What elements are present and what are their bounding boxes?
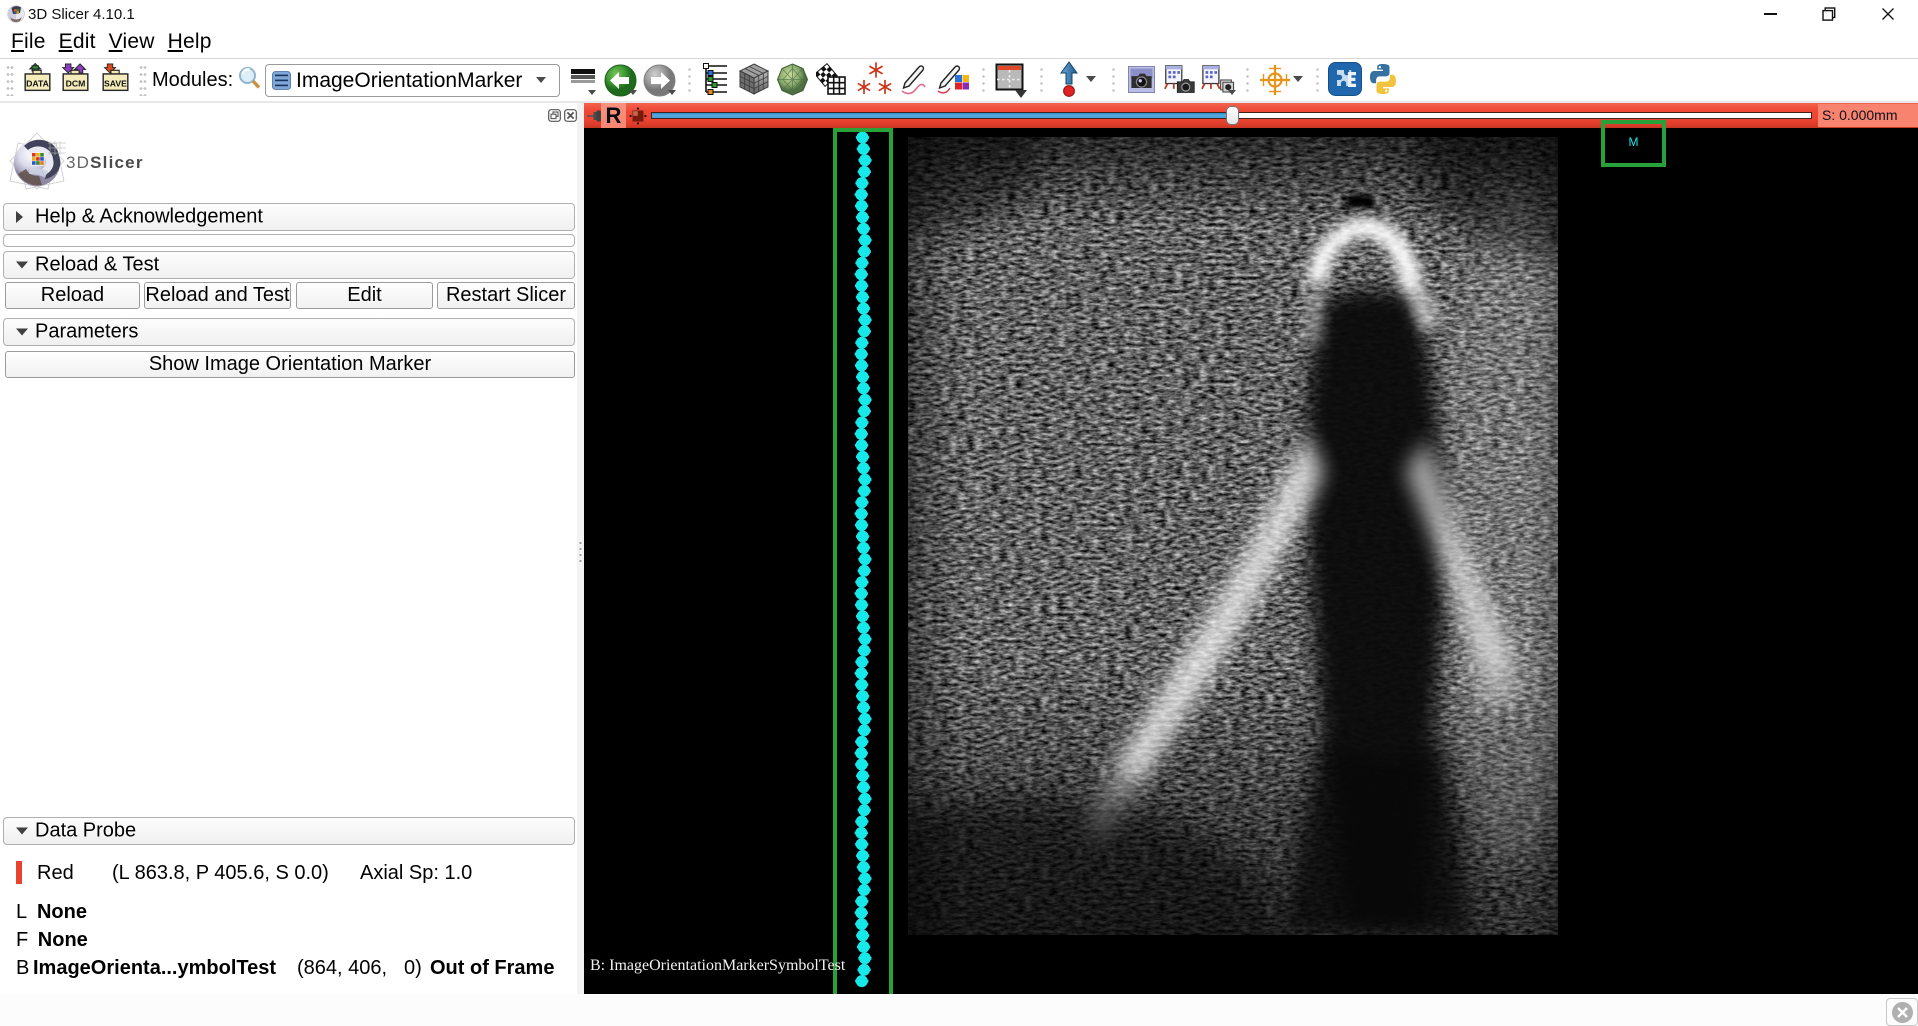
svg-text:SAVE: SAVE [104,79,127,89]
svg-text:DCM: DCM [66,79,86,89]
svg-text:DATA: DATA [26,79,50,89]
